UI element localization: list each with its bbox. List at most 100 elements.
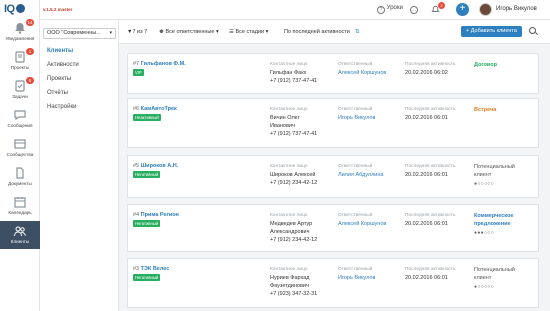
sidebar-item-projects[interactable]: 1 Проекты	[0, 47, 40, 75]
responsible-link[interactable]: Алексей Коршунов	[338, 70, 386, 76]
contact-name: Гильфан Факх	[270, 70, 307, 76]
contact-name-line2: Иванович	[270, 123, 295, 129]
stage-label-line2: предложение	[474, 221, 511, 227]
chat-button[interactable]: …	[410, 5, 418, 14]
contact-phone[interactable]: +7 (912) 737-47-41	[270, 130, 317, 138]
responsible-link[interactable]: Лилия Абдуллина	[338, 172, 383, 178]
sidebar-item-label: Сообщения	[7, 123, 33, 128]
responsible-link[interactable]: Игорь Викулов	[338, 115, 375, 121]
secnav-item-activities[interactable]: Активности	[47, 62, 79, 68]
chat-icon: …	[410, 6, 418, 14]
last-activity-label: Последняя активность	[405, 267, 456, 272]
stages-filter[interactable]: ☰ Все стадии ▾	[229, 29, 268, 35]
sidebar-item-clients[interactable]: Клиенты	[0, 221, 40, 249]
client-tag: VIP	[133, 69, 144, 76]
calendar-icon	[13, 195, 27, 209]
secnav-item-settings[interactable]: Настройки	[47, 104, 76, 110]
stage-label: Коммерческое	[474, 213, 514, 219]
sidebar-item-documents[interactable]: Документы	[0, 163, 40, 191]
create-button[interactable]: +	[456, 3, 469, 16]
avatar[interactable]	[479, 3, 492, 16]
stage-label-line2: клиент	[474, 172, 492, 178]
contact-phone[interactable]: +7 (923) 347-32-31	[270, 290, 317, 298]
question-icon: ?	[377, 6, 385, 14]
sidebar-item-calendar[interactable]: Календарь	[0, 192, 40, 220]
user-name[interactable]: Игорь Викулов	[496, 6, 537, 12]
sidebar-item-label: Клиенты	[10, 239, 30, 244]
responsible-label: Ответственный	[338, 62, 373, 67]
sort-order-icon[interactable]: ⇅	[355, 29, 360, 35]
secnav-item-projects[interactable]: Проекты	[47, 76, 71, 82]
client-card[interactable]: #6 КамАвтоТрек Неактивный Контактное лиц…	[127, 98, 539, 148]
sidebar-item-label: Проекты	[10, 65, 30, 70]
secnav-item-reports[interactable]: Отчёты	[47, 90, 68, 96]
top-bar: v.1.5.2 master ? Уроки … 2 + Игорь Викул…	[40, 0, 550, 20]
contact-label: Контактное лицо	[270, 164, 308, 169]
last-activity-label: Последняя активность	[405, 213, 456, 218]
contact-phone[interactable]: +7 (912) 234-42-12	[270, 236, 317, 244]
search-icon[interactable]	[529, 27, 536, 34]
last-activity-label: Последняя активность	[405, 107, 456, 112]
folder-icon	[13, 50, 27, 64]
clients-icon	[13, 224, 27, 238]
contact-name: Нуриев Фархад	[270, 275, 310, 281]
chevron-down-icon: ▾	[109, 30, 112, 36]
stage-label: Потенциальный	[474, 164, 515, 170]
client-card[interactable]: #4 Прима Регион Негативный Контактное ли…	[127, 204, 539, 252]
client-card[interactable]: #5 Широков А.Н. Негативный Контактное ли…	[127, 155, 539, 198]
client-card[interactable]: #7 Гильфанов Ф.М. VIP Контактное лицо Ги…	[127, 53, 539, 94]
stage-label: Встреча	[474, 107, 497, 113]
tasks-badge: 5	[26, 77, 34, 84]
document-icon	[13, 166, 27, 180]
secondary-nav: ООО "Современны... ▾ Клиенты Активности П…	[40, 20, 119, 311]
last-activity-value: 20.02.2016 06:01	[405, 275, 448, 281]
responsible-label: Ответственный	[338, 107, 373, 112]
contact-name-line2: Александрович	[270, 229, 310, 235]
client-name[interactable]: #3 ТЭК Велес	[133, 266, 169, 272]
contact-name: Широков Алексей	[270, 172, 316, 178]
sidebar-item-tasks[interactable]: 5 Задачи	[0, 76, 40, 104]
pagination-filter[interactable]: ▼7 из 7	[127, 29, 147, 35]
responsible-filter[interactable]: ♚ Все ответственные ▾	[159, 29, 219, 35]
stage-progress-dots: ●○○○○○	[474, 181, 494, 187]
sidebar-item-notifications[interactable]: 14 Уведомления	[0, 18, 40, 46]
contact-name: Медведев Артур	[270, 221, 313, 227]
notifications-button[interactable]: 2	[431, 2, 445, 16]
client-card[interactable]: #3 ТЭК Велес Негативный Контактное лицо …	[127, 258, 539, 308]
lessons-label: Уроки	[386, 5, 403, 11]
client-name[interactable]: #4 Прима Регион	[133, 212, 179, 218]
sort-select[interactable]: По последней активности	[284, 29, 350, 35]
contact-label: Контактное лицо	[270, 62, 308, 67]
sidebar-item-label: Календарь	[8, 210, 32, 215]
last-activity-label: Последняя активность	[405, 62, 456, 67]
client-name[interactable]: #7 Гильфанов Ф.М.	[133, 61, 186, 67]
contact-phone[interactable]: +7 (912) 737-47-41	[270, 77, 317, 85]
sidebar-item-label: Сообщества	[6, 152, 34, 157]
filter-bar: ▼7 из 7 ♚ Все ответственные ▾ ☰ Все стад…	[119, 20, 550, 44]
client-tag: Неактивный	[133, 114, 161, 121]
main-sidebar: IQ 14 Уведомления 1 Проекты 5 Задачи Соо…	[0, 0, 40, 311]
bell-icon	[13, 21, 27, 35]
responsible-link[interactable]: Алексей Коршунов	[338, 221, 386, 227]
stage-progress-dots: ●●●○○○	[474, 230, 494, 236]
sidebar-item-messages[interactable]: Сообщения	[0, 105, 40, 133]
responsible-label: Ответственный	[338, 164, 373, 169]
sidebar-item-communities[interactable]: Сообщества	[0, 134, 40, 162]
projects-badge: 1	[26, 48, 34, 55]
client-name[interactable]: #6 КамАвтоТрек	[133, 106, 177, 112]
chevron-down-icon: ▾	[215, 29, 219, 35]
contact-phone[interactable]: +7 (912) 234-42-12	[270, 179, 317, 187]
sidebar-item-label: Документы	[8, 181, 32, 186]
responsible-filter-label: Все ответственные	[165, 29, 215, 35]
responsible-link[interactable]: Игорь Викулов	[338, 275, 375, 281]
app-logo[interactable]: IQ	[4, 3, 25, 15]
add-client-button[interactable]: + Добавить клиента	[461, 26, 522, 37]
sidebar-item-label: Уведомления	[5, 36, 35, 41]
contact-label: Контактное лицо	[270, 267, 308, 272]
app-version: v.1.5.2 master	[43, 7, 73, 12]
lessons-link[interactable]: ? Уроки	[377, 5, 403, 14]
client-name[interactable]: #5 Широков А.Н.	[133, 163, 178, 169]
company-select[interactable]: ООО "Современны... ▾	[43, 28, 116, 39]
notifications-count-badge: 2	[438, 2, 445, 9]
secnav-item-clients[interactable]: Клиенты	[47, 48, 73, 54]
